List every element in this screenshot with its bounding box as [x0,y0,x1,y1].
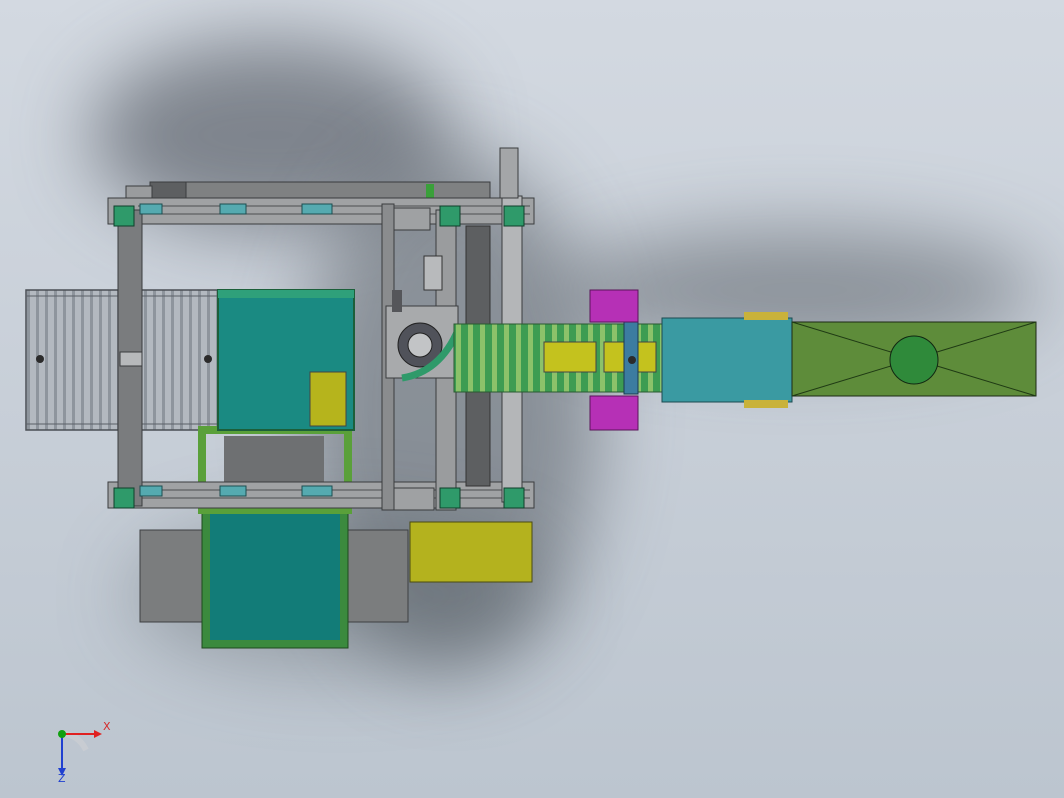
cyan-housing[interactable] [661,317,793,403]
magenta-block-bottom[interactable] [589,395,639,431]
teal-bin-top[interactable] [217,289,355,431]
magenta-block-top[interactable] [589,289,639,323]
triad-svg: X Z [58,720,111,785]
corner-block-tr [503,205,525,227]
center-belt-conveyor[interactable] [453,321,665,395]
olive-box-bottom[interactable] [409,521,533,583]
triad-arc [61,731,89,752]
outfeed-conveyor[interactable] [791,321,1037,397]
roller-stop-left [36,355,44,363]
machine-model[interactable] [0,0,1064,798]
outfeed-roller [889,335,939,385]
roller-stop-right [204,355,212,363]
corner-block-br [503,487,525,509]
cad-viewport[interactable]: X Z [0,0,1064,798]
cable-tray-top [149,181,491,201]
product-box-1[interactable] [543,341,597,373]
triad-z-label: Z [58,772,66,785]
corner-block-bl [113,487,135,509]
triad-y-dot [58,730,66,738]
teal-bin-bottom[interactable] [201,503,349,649]
motor-top[interactable] [499,147,519,199]
triad-x-label: X [103,720,111,733]
view-triad[interactable]: X Z [48,716,118,786]
corner-block-tl [113,205,135,227]
olive-block[interactable] [309,371,347,427]
corner-block-bm [439,487,461,509]
triad-x-arrow [94,730,102,738]
corner-block-tm [439,205,461,227]
